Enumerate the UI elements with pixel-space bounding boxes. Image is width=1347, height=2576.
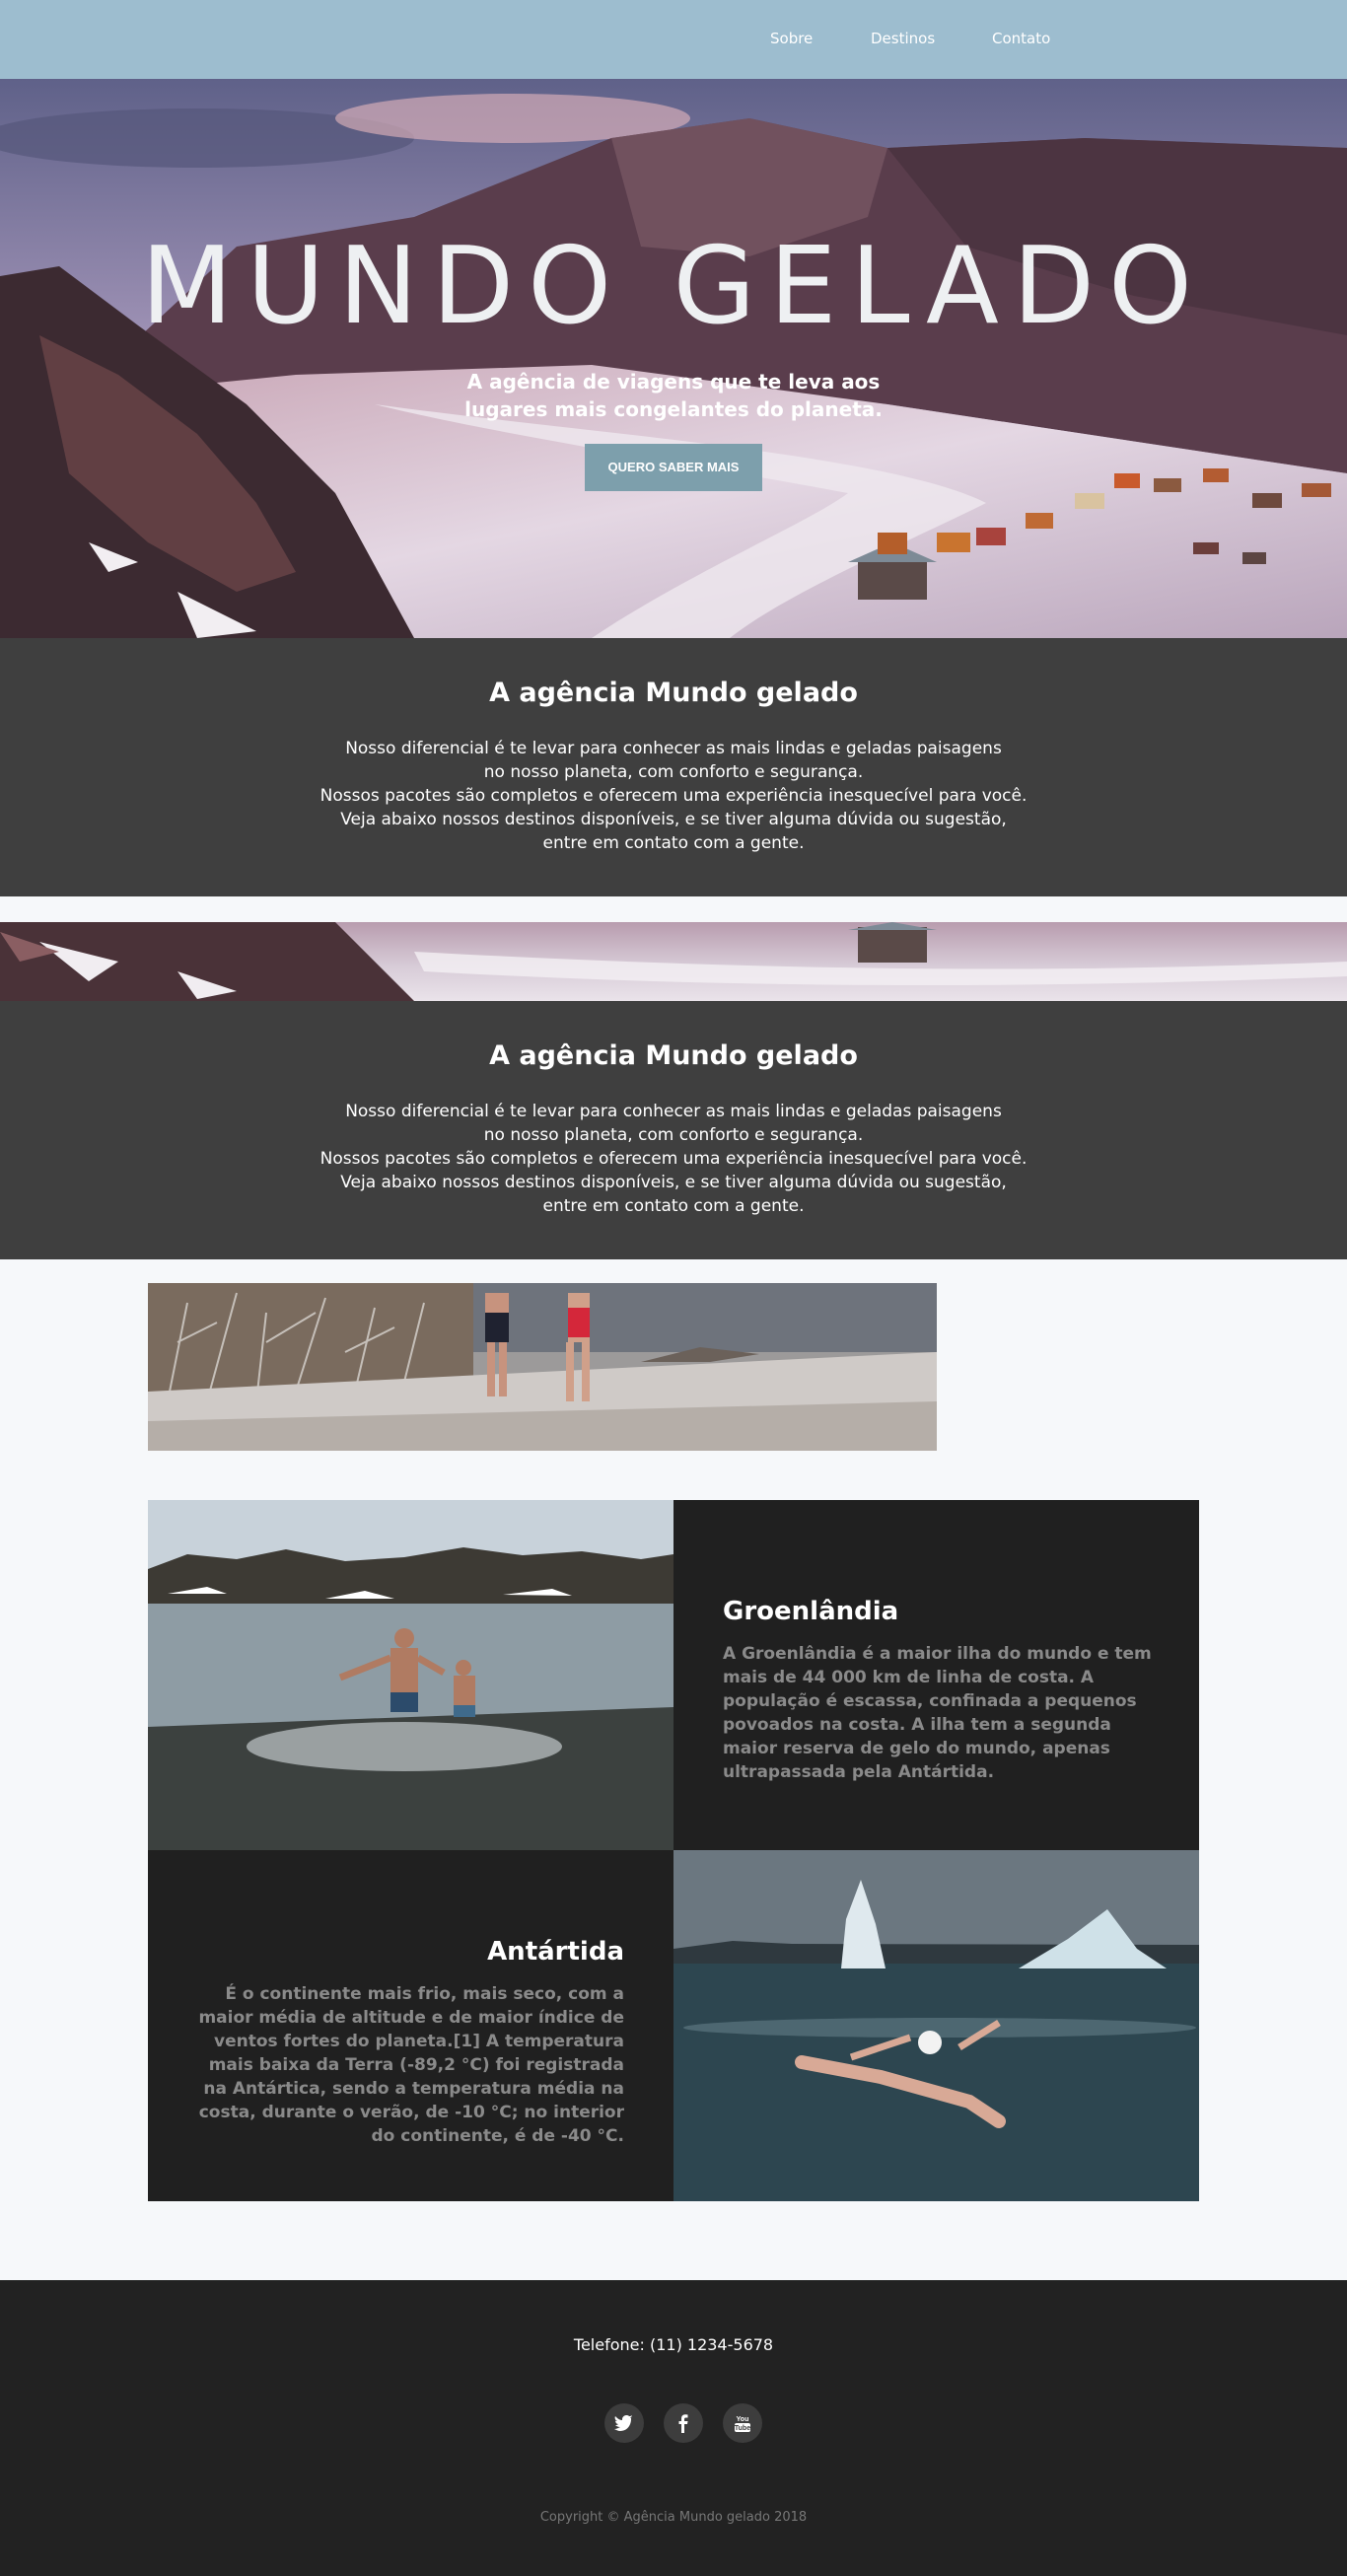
antarctica-photo <box>674 1850 1199 2201</box>
about-section: A agência Mundo gelado Nosso diferencial… <box>0 638 1347 896</box>
nav-link-destinos[interactable]: Destinos <box>871 30 935 47</box>
svg-text:You: You <box>737 2416 749 2423</box>
frozen-beach-photo <box>148 1283 937 1451</box>
about-text: Nosso diferencial é te levar para conhec… <box>279 1100 1068 1218</box>
hero-banner: MUNDO GELADO A agência de viagens que te… <box>0 79 1347 638</box>
about-line: Nosso diferencial é te levar para conhec… <box>345 739 1002 758</box>
about-title: A agência Mundo gelado <box>489 1040 858 1071</box>
learn-more-button[interactable]: QUERO SABER MAIS <box>585 444 762 491</box>
about-line: Nossos pacotes são completos e oferecem … <box>319 786 1028 806</box>
facebook-link[interactable] <box>664 2403 703 2443</box>
nav-link-sobre[interactable]: Sobre <box>770 30 813 47</box>
about-line: no nosso planeta, com conforto e seguran… <box>483 762 864 782</box>
copyright-text: Copyright © Agência Mundo gelado 2018 <box>539 2510 808 2525</box>
svg-text:Tube: Tube <box>735 2425 750 2432</box>
page: Sobre Destinos Contato MUNDO GELADO A ag… <box>0 0 1347 2576</box>
greenland-description: A Groenlândia é a maior ilha do mundo e … <box>723 1644 1152 1782</box>
nav-link-contato[interactable]: Contato <box>992 30 1050 47</box>
greenland-photo <box>148 1500 674 1850</box>
hero-landscape-image <box>0 79 1347 638</box>
antarctica-title: Antártida <box>487 1937 624 1967</box>
youtube-link[interactable]: You Tube <box>723 2403 762 2443</box>
twitter-icon <box>614 2415 633 2431</box>
youtube-icon: You Tube <box>735 2416 750 2432</box>
facebook-icon <box>678 2414 688 2433</box>
about-line: entre em contato com a gente. <box>542 1196 805 1216</box>
about-line: Nossos pacotes são completos e oferecem … <box>319 1149 1028 1169</box>
greenland-title: Groenlândia <box>723 1597 899 1626</box>
antarctica-description: É o continente mais frio, mais seco, com… <box>198 1984 624 2146</box>
antarctica-card: Antártida É o continente mais frio, mais… <box>148 1850 674 2201</box>
hero-title: MUNDO GELADO <box>140 225 1207 348</box>
greenland-card: Groenlândia A Groenlândia é a maior ilha… <box>674 1500 1199 1850</box>
footer: Telefone: (11) 1234-5678 You Tube Copyri… <box>0 2280 1347 2576</box>
about-line: Nosso diferencial é te levar para conhec… <box>345 1102 1002 1121</box>
about-text: Nosso diferencial é te levar para conhec… <box>279 737 1068 855</box>
landscape-strip-image <box>0 922 1347 1001</box>
about-line: entre em contato com a gente. <box>542 833 805 853</box>
hero-subtitle: A agência de viagens que te leva aos lug… <box>464 370 883 421</box>
about-line: Veja abaixo nossos destinos disponíveis,… <box>340 810 1007 829</box>
top-nav: Sobre Destinos Contato <box>0 0 1347 79</box>
about-section-repeat: A agência Mundo gelado Nosso diferencial… <box>0 1001 1347 1259</box>
about-title: A agência Mundo gelado <box>489 678 858 708</box>
about-line: Veja abaixo nossos destinos disponíveis,… <box>340 1173 1007 1192</box>
about-line: no nosso planeta, com conforto e seguran… <box>483 1125 864 1145</box>
twitter-link[interactable] <box>604 2403 644 2443</box>
footer-phone: Telefone: (11) 1234-5678 <box>573 2335 774 2354</box>
